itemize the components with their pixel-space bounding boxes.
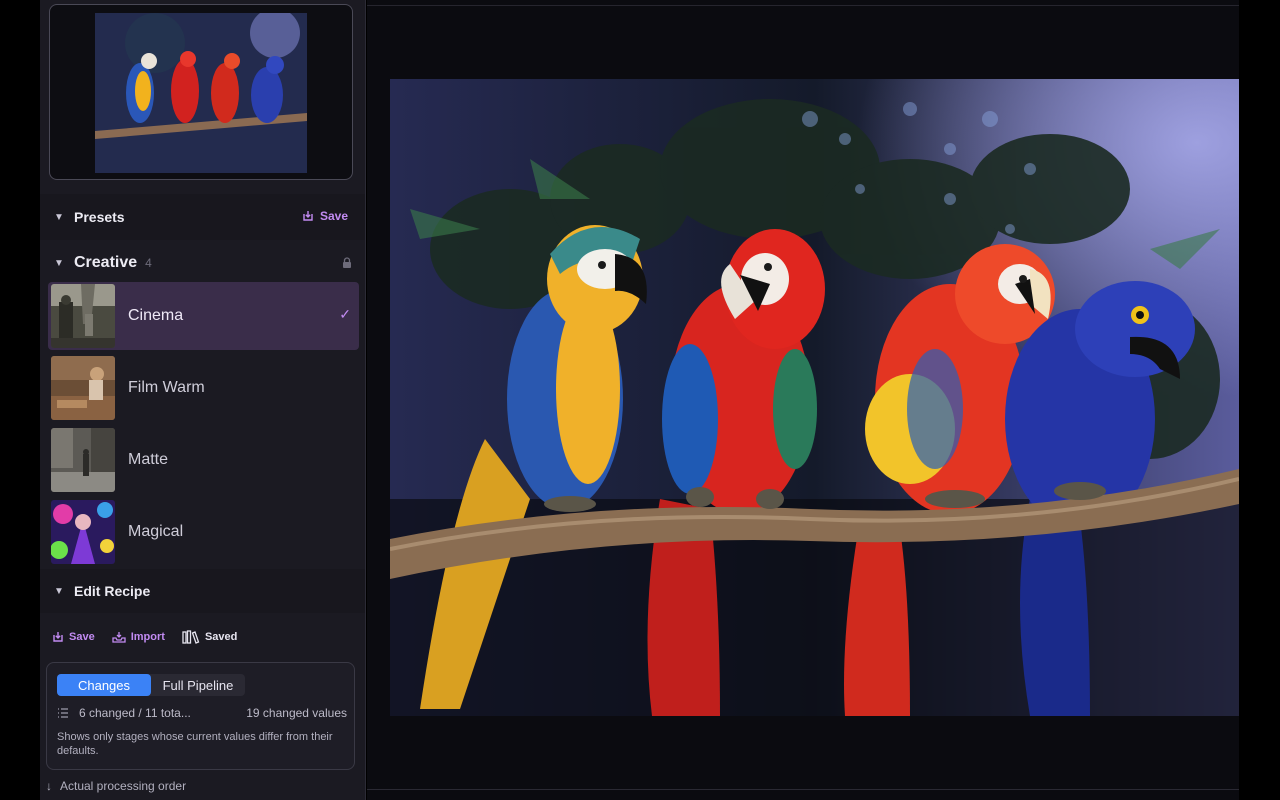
recipe-saved-button[interactable]: Saved (182, 630, 237, 644)
recipe-import-label: Import (130, 631, 165, 643)
recipe-import-button[interactable]: Import (112, 631, 165, 643)
chevron-down-icon: ▼ (54, 211, 64, 223)
canvas-top-divider (367, 5, 1239, 6)
preset-item-film-warm[interactable]: Film Warm (48, 354, 359, 422)
main-photo[interactable] (390, 79, 1239, 716)
preset-label: Matte (128, 451, 169, 468)
image-canvas (367, 0, 1239, 800)
lock-icon (343, 257, 351, 268)
preset-thumbnail-matte (51, 428, 115, 492)
processing-order-label: Actual processing order (60, 779, 187, 793)
recipe-actions: Save Import Saved (52, 630, 254, 644)
arrow-down-icon: ↓ (46, 779, 52, 793)
recipe-save-label: Save (69, 631, 95, 643)
changed-values-count: 19 changed values (246, 706, 347, 720)
preset-item-matte[interactable]: Matte (48, 426, 359, 494)
recipe-save-button[interactable]: Save (52, 631, 95, 643)
canvas-bottom-divider (367, 789, 1239, 790)
preset-label: Film Warm (128, 379, 205, 396)
library-icon (182, 630, 200, 644)
preset-label: Cinema (128, 307, 184, 324)
save-preset-label: Save (319, 209, 348, 223)
presets-section-header[interactable]: ▼ Presets Save (40, 194, 365, 240)
save-preset-button[interactable]: Save (302, 209, 348, 223)
creative-title: Creative (74, 254, 138, 271)
tab-full-pipeline[interactable]: Full Pipeline (151, 674, 245, 696)
creative-group-header[interactable]: ▼ Creative 4 (40, 240, 365, 286)
preset-thumbnail-film-warm (51, 356, 115, 420)
recipe-description: Shows only stages whose current values d… (57, 731, 333, 757)
presets-title: Presets (74, 209, 125, 225)
processing-order-note: ↓ Actual processing order (46, 779, 186, 793)
recipe-saved-label: Saved (204, 631, 238, 643)
recipe-panel: Changes Full Pipeline 6 changed / 11 tot… (46, 662, 355, 770)
preview-thumbnail-image (95, 13, 307, 173)
preset-thumbnail-cinema (51, 284, 115, 348)
save-icon (303, 211, 313, 221)
image-preview-thumbnail[interactable] (49, 4, 353, 180)
preset-item-magical[interactable]: Magical (48, 498, 359, 566)
save-icon (53, 632, 63, 642)
chevron-down-icon: ▼ (54, 257, 64, 269)
chevron-down-icon: ▼ (54, 585, 64, 597)
recipe-view-toggle: Changes Full Pipeline (57, 674, 245, 696)
edit-recipe-title: Edit Recipe (74, 583, 151, 599)
import-icon (112, 632, 126, 643)
changed-summary-row: 6 changed / 11 tota... 19 changed values (57, 706, 347, 720)
preset-item-cinema[interactable]: Cinema ✓ (48, 282, 359, 350)
preset-label: Magical (128, 523, 184, 540)
preset-thumbnail-magical (51, 500, 115, 564)
list-icon (58, 708, 68, 718)
edit-recipe-section-header[interactable]: ▼ Edit Recipe (40, 569, 365, 613)
changed-summary: 6 changed / 11 tota... (79, 706, 191, 720)
tab-changes[interactable]: Changes (57, 674, 151, 696)
creative-count: 4 (145, 256, 152, 270)
checkmark-icon: ✓ (339, 306, 351, 322)
sidebar: ▼ Presets Save ▼ Creative 4 Cinema ✓ Fil… (40, 0, 366, 800)
